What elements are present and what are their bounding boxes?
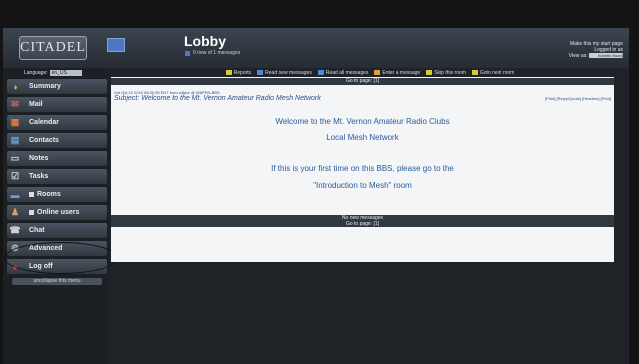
sidebar-item-label: Online users	[37, 209, 80, 216]
sidebar-item-label: Rooms	[37, 191, 61, 198]
sidebar-item-label: Calendar	[29, 119, 59, 126]
next-room-icon	[471, 70, 478, 75]
bottom-status-bar: No new messages Go to page: [1]	[111, 215, 614, 227]
sidebar-item-label: Summary	[29, 83, 61, 90]
sidebar-item-notes[interactable]: ▭ Notes	[7, 151, 107, 166]
reports-icon	[225, 70, 232, 75]
sidebar-item-mail[interactable]: ✉ Mail	[7, 97, 107, 112]
citadel-logo[interactable]: CITADEL	[19, 36, 87, 60]
message-count-icon	[185, 50, 190, 56]
bottom-pagination[interactable]: Go to page: [1]	[111, 221, 614, 227]
users-icon: ♟	[10, 207, 20, 217]
sidebar-item-calendar[interactable]: ▦ Calendar	[7, 115, 107, 130]
sidebar: Language: en_US ◑ Summary ✉ Mail ▦ Calen…	[3, 68, 109, 364]
toolbar-label: Reports	[233, 69, 252, 76]
collapse-menu-button[interactable]: uncollapse this menu	[12, 278, 102, 285]
header: CITADEL Lobby 0 new of 1 messages Make t…	[3, 28, 629, 68]
view-as-label: View as:	[568, 53, 588, 59]
read-new-button[interactable]: Read new messages	[257, 70, 312, 76]
room-title: Lobby	[184, 33, 226, 49]
sidebar-item-chat[interactable]: ☎ Chat	[7, 223, 107, 238]
sidebar-item-label: Chat	[29, 227, 45, 234]
sidebar-item-label: Mail	[29, 101, 43, 108]
chat-icon: ☎	[9, 225, 21, 235]
message-view: Go to page: [1] Sat Oct 19 2019 08:00:39…	[111, 77, 614, 262]
top-pagination[interactable]: Go to page: [1]	[111, 78, 614, 85]
notes-icon: ▭	[10, 153, 20, 163]
message-line-4: "Introduction to Mesh" room	[313, 181, 412, 190]
message-line-1: Welcome to the Mt. Vernon Amateur Radio …	[275, 117, 450, 126]
read-new-icon	[257, 70, 264, 75]
message-subject: Subject: Welcome to the Mt. Vernon Amate…	[114, 95, 321, 102]
hand-drawn-circle	[4, 242, 118, 274]
sidebar-item-label: Notes	[29, 155, 49, 162]
sidebar-item-rooms[interactable]: ▬ Rooms	[7, 187, 107, 202]
mail-icon: ✉	[11, 99, 19, 109]
expand-icon[interactable]	[29, 210, 34, 215]
calendar-icon: ▦	[10, 117, 20, 127]
header-user-info: Make this my start page Logged in as Vie…	[569, 41, 623, 59]
read-all-button[interactable]: Read all messages	[317, 69, 369, 76]
message-actions[interactable]: [Print] [Reply/Quote] [Headers] [Print]	[545, 96, 611, 101]
toolbar-label: Enter a message	[382, 69, 421, 76]
sidebar-item-label: Tasks	[29, 173, 49, 180]
summary-icon: ◑	[12, 81, 18, 92]
room-subtitle-text: 0 new of 1 messages	[193, 50, 241, 56]
tasks-icon: ☑	[10, 171, 20, 181]
app-screen: CITADEL Lobby 0 new of 1 messages Make t…	[3, 28, 629, 364]
contacts-icon: ▤	[10, 135, 20, 145]
sidebar-item-summary[interactable]: ◑ Summary	[7, 79, 107, 94]
view-as-select[interactable]: Bulletin Board	[589, 53, 623, 59]
sidebar-item-online-users[interactable]: ♟ Online users	[7, 205, 107, 220]
goto-next-room-button[interactable]: Goto next room	[471, 69, 515, 76]
enter-message-button[interactable]: Enter a message	[374, 70, 420, 76]
room-icon	[107, 38, 125, 52]
pencil-icon	[374, 70, 381, 75]
skip-icon	[426, 70, 433, 75]
skip-room-button[interactable]: Skip this room	[426, 70, 466, 76]
message-line-2: Local Mesh Network	[326, 133, 399, 142]
language-selector: Language: en_US	[24, 68, 82, 78]
reports-button[interactable]: Reports	[225, 69, 252, 76]
toolbar-label: Read new messages	[265, 69, 312, 76]
toolbar-label: Skip this room	[434, 69, 466, 76]
toolbar-label: Goto next room	[479, 69, 515, 76]
expand-icon[interactable]	[29, 192, 34, 197]
room-toolbar: Reports Read new messages Read all messa…	[111, 68, 629, 77]
language-dropdown[interactable]: en_US	[49, 70, 82, 76]
sidebar-item-tasks[interactable]: ☑ Tasks	[7, 169, 107, 184]
message-line-3: If this is your first time on this BBS, …	[271, 164, 454, 173]
sidebar-item-label: Contacts	[29, 137, 59, 144]
read-all-icon	[317, 70, 324, 75]
rooms-icon: ▬	[10, 189, 20, 200]
toolbar-label: Read all messages	[325, 69, 369, 76]
language-label: Language:	[24, 70, 48, 76]
sidebar-item-contacts[interactable]: ▤ Contacts	[7, 133, 107, 148]
room-subtitle: 0 new of 1 messages	[185, 50, 240, 56]
